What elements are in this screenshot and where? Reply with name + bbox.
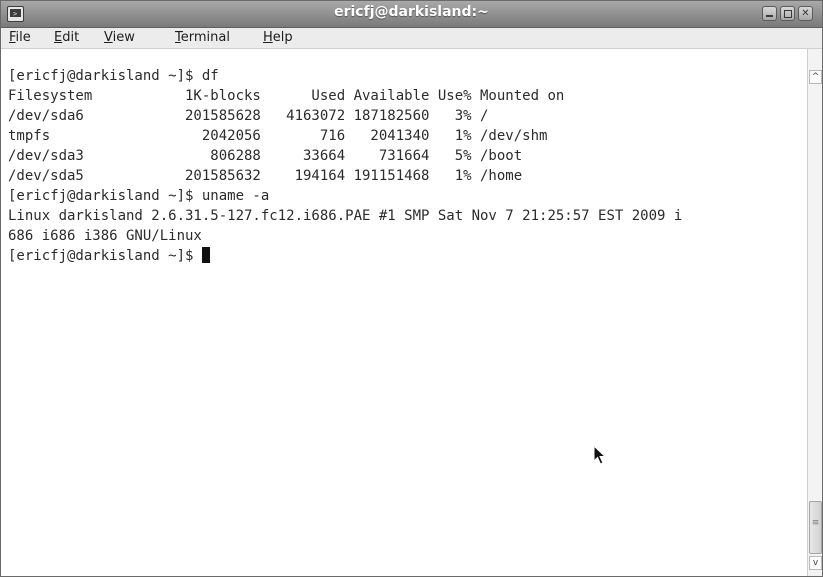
mouse-pointer-icon (593, 445, 607, 465)
menu-view-rest: iew (112, 30, 135, 45)
close-button[interactable]: ✕ (798, 6, 813, 21)
terminal-line: Filesystem 1K-blocks Used Available Use%… (8, 88, 565, 104)
grip-icon: ≡ (811, 518, 820, 528)
terminal-line: [ericfj@darkisland ~]$ uname -a (8, 188, 270, 204)
text-cursor (201, 247, 210, 263)
scrollbar-thumb[interactable]: ≡ (809, 501, 822, 554)
minimize-icon (766, 15, 773, 17)
menu-help-accel: H (263, 30, 273, 45)
window-title: ericfj@darkisland:~ (334, 4, 489, 20)
menu-bar: File Edit View Terminal Help (1, 28, 822, 49)
terminal-line: /dev/sda3 806288 33664 731664 5% /boot (8, 148, 523, 164)
chevron-down-icon: v (812, 558, 819, 568)
menu-help[interactable]: Help (263, 30, 293, 45)
menu-view-accel: V (104, 30, 113, 45)
menu-view[interactable]: View (104, 30, 135, 45)
scroll-up-button[interactable]: ^ (809, 70, 822, 84)
terminal-line: 686 i686 i386 GNU/Linux (8, 228, 202, 244)
terminal-line: /dev/sda6 201585628 4163072 187182560 3%… (8, 108, 489, 124)
scroll-down-button[interactable]: v (809, 556, 822, 570)
terminal-prompt-line: [ericfj@darkisland ~]$ (8, 246, 210, 266)
menu-file-rest: ile (15, 30, 31, 45)
menu-file[interactable]: File (9, 30, 31, 45)
close-icon: ✕ (801, 8, 810, 19)
terminal-line: tmpfs 2042056 716 2041340 1% /dev/shm (8, 128, 548, 144)
menu-help-rest: elp (272, 30, 293, 45)
terminal-output[interactable]: [ericfj@darkisland ~]$ df Filesystem 1K-… (1, 49, 806, 576)
vertical-scrollbar[interactable]: ^ ≡ v (807, 49, 822, 576)
terminal-line: /dev/sda5 201585632 194164 191151468 1% … (8, 168, 523, 184)
menu-edit[interactable]: Edit (54, 30, 79, 45)
title-bar[interactable]: >_ ericfj@darkisland:~ ✕ (1, 1, 822, 28)
maximize-icon (784, 10, 792, 18)
minimize-button[interactable] (762, 6, 777, 21)
menu-terminal[interactable]: Terminal (175, 30, 230, 45)
shell-prompt: [ericfj@darkisland ~]$ (8, 248, 202, 264)
menu-edit-accel: E (54, 30, 63, 45)
menu-edit-rest: dit (62, 30, 80, 45)
terminal-line: [ericfj@darkisland ~]$ df (8, 68, 219, 84)
chevron-up-icon: ^ (811, 72, 820, 82)
terminal-window: >_ ericfj@darkisland:~ ✕ File Edit View … (0, 0, 823, 577)
menu-terminal-rest: erminal (180, 30, 230, 45)
maximize-button[interactable] (780, 6, 795, 21)
terminal-line: Linux darkisland 2.6.31.5-127.fc12.i686.… (8, 208, 683, 224)
